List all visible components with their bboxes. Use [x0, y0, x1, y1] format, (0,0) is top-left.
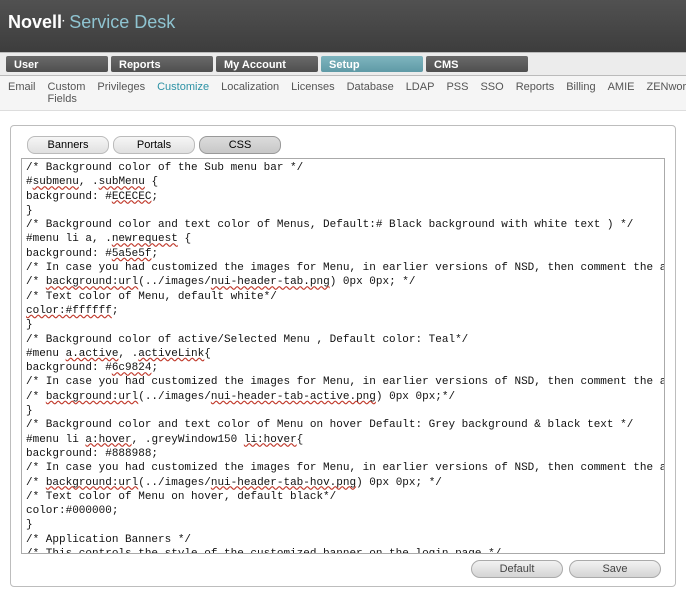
save-button[interactable]: Save [569, 560, 661, 578]
content-area: BannersPortalsCSS /* Background color of… [0, 111, 686, 597]
default-button[interactable]: Default [471, 560, 563, 578]
main-nav: UserReportsMy AccountSetupCMS [0, 52, 686, 76]
mainnav-item-my-account[interactable]: My Account [216, 56, 318, 72]
brand-suffix: Service Desk [69, 12, 175, 32]
sub-nav: Email Custom Fields Privileges Customize Loc… [0, 76, 686, 111]
subnav-item-amie[interactable]: AMIE [608, 81, 635, 105]
subnav-item-licenses[interactable]: Licenses [291, 81, 334, 105]
customize-panel: BannersPortalsCSS /* Background color of… [10, 125, 676, 587]
mainnav-item-reports[interactable]: Reports [111, 56, 213, 72]
subnav-item-privileges[interactable]: Privileges [97, 81, 145, 105]
tab-banners[interactable]: Banners [27, 136, 109, 154]
subnav-item-sso[interactable]: SSO [480, 81, 503, 105]
subnav-item-billing[interactable]: Billing [566, 81, 595, 105]
brand-name: Novell [8, 12, 62, 32]
mainnav-item-user[interactable]: User [6, 56, 108, 72]
subnav-item-ldap[interactable]: LDAP [406, 81, 435, 105]
subnav-item-customize[interactable]: Customize [157, 81, 209, 105]
subnav-item-localization[interactable]: Localization [221, 81, 279, 105]
tab-row: BannersPortalsCSS [27, 136, 665, 154]
app-header: Novell. Service Desk [0, 0, 686, 52]
css-editor[interactable]: /* Background color of the Sub menu bar … [21, 158, 665, 554]
mainnav-item-cms[interactable]: CMS [426, 56, 528, 72]
subnav-item-pss[interactable]: PSS [446, 81, 468, 105]
tab-css[interactable]: CSS [199, 136, 281, 154]
button-row: Default Save [21, 560, 665, 578]
subnav-item-database[interactable]: Database [347, 81, 394, 105]
subnav-item-custom-fields[interactable]: Custom Fields [48, 81, 86, 105]
brand-dot: . [62, 14, 65, 25]
mainnav-item-setup[interactable]: Setup [321, 56, 423, 72]
subnav-item-reports[interactable]: Reports [516, 81, 555, 105]
subnav-item-zenworks[interactable]: ZENworks [646, 81, 686, 105]
subnav-item-email[interactable]: Email [8, 81, 36, 105]
tab-portals[interactable]: Portals [113, 136, 195, 154]
